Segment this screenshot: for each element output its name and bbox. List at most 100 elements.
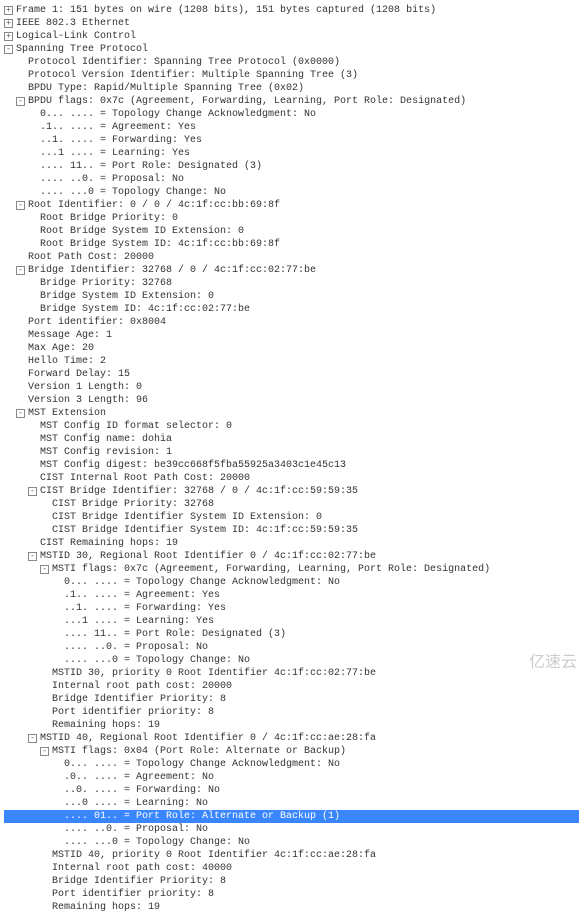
tree-row[interactable]: Port identifier: 0x8004 — [4, 316, 579, 329]
tree-row[interactable]: .... ..0. = Proposal: No — [4, 173, 579, 186]
tree-row[interactable]: MST Config ID format selector: 0 — [4, 420, 579, 433]
tree-row[interactable]: Forward Delay: 15 — [4, 368, 579, 381]
tree-row[interactable]: -CIST Bridge Identifier: 32768 / 0 / 4c:… — [4, 485, 579, 498]
tree-row[interactable]: Protocol Identifier: Spanning Tree Proto… — [4, 56, 579, 69]
tree-row[interactable]: -MST Extension — [4, 407, 579, 420]
tree-row-label: Version 1 Length: 0 — [28, 381, 142, 394]
tree-row[interactable]: .... 11.. = Port Role: Designated (3) — [4, 160, 579, 173]
tree-row[interactable]: 0... .... = Topology Change Acknowledgme… — [4, 758, 579, 771]
packet-details-tree[interactable]: +Frame 1: 151 bytes on wire (1208 bits),… — [4, 4, 579, 914]
tree-row[interactable]: ..1. .... = Forwarding: Yes — [4, 602, 579, 615]
tree-row[interactable]: 0... .... = Topology Change Acknowledgme… — [4, 108, 579, 121]
tree-row[interactable]: Internal root path cost: 40000 — [4, 862, 579, 875]
tree-row[interactable]: Remaining hops: 19 — [4, 719, 579, 732]
collapse-icon[interactable]: - — [4, 45, 13, 54]
tree-row[interactable]: Port identifier priority: 8 — [4, 706, 579, 719]
tree-row[interactable]: Root Path Cost: 20000 — [4, 251, 579, 264]
tree-row[interactable]: Remaining hops: 19 — [4, 901, 579, 914]
tree-row[interactable]: ..0. .... = Forwarding: No — [4, 784, 579, 797]
tree-row[interactable]: MST Config revision: 1 — [4, 446, 579, 459]
tree-row[interactable]: CIST Bridge Identifier System ID: 4c:1f:… — [4, 524, 579, 537]
tree-row-label: Spanning Tree Protocol — [16, 43, 148, 56]
tree-row[interactable]: .... 01.. = Port Role: Alternate or Back… — [4, 810, 579, 823]
tree-row[interactable]: +IEEE 802.3 Ethernet — [4, 17, 579, 30]
tree-row-label: CIST Bridge Identifier System ID Extensi… — [52, 511, 322, 524]
tree-row-label: .... ...0 = Topology Change: No — [64, 654, 250, 667]
tree-row[interactable]: .... ...0 = Topology Change: No — [4, 186, 579, 199]
tree-row-label: .0.. .... = Agreement: No — [64, 771, 214, 784]
tree-row-label: ...1 .... = Learning: Yes — [40, 147, 190, 160]
tree-row[interactable]: .... 11.. = Port Role: Designated (3) — [4, 628, 579, 641]
tree-row[interactable]: .1.. .... = Agreement: Yes — [4, 589, 579, 602]
expand-icon[interactable]: + — [4, 32, 13, 41]
tree-row[interactable]: -MSTID 30, Regional Root Identifier 0 / … — [4, 550, 579, 563]
tree-row[interactable]: Root Bridge System ID Extension: 0 — [4, 225, 579, 238]
tree-row[interactable]: Port identifier priority: 8 — [4, 888, 579, 901]
tree-row[interactable]: CIST Remaining hops: 19 — [4, 537, 579, 550]
tree-row[interactable]: -MSTID 40, Regional Root Identifier 0 / … — [4, 732, 579, 745]
tree-row-label: Logical-Link Control — [16, 30, 136, 43]
tree-row[interactable]: Internal root path cost: 20000 — [4, 680, 579, 693]
tree-row[interactable]: Bridge System ID Extension: 0 — [4, 290, 579, 303]
tree-row-label: Message Age: 1 — [28, 329, 112, 342]
collapse-icon[interactable]: - — [16, 97, 25, 106]
tree-row-label: .... ..0. = Proposal: No — [64, 823, 208, 836]
tree-row[interactable]: Protocol Version Identifier: Multiple Sp… — [4, 69, 579, 82]
tree-row[interactable]: .... ..0. = Proposal: No — [4, 823, 579, 836]
collapse-icon[interactable]: - — [40, 747, 49, 756]
collapse-icon[interactable]: - — [28, 734, 37, 743]
tree-row[interactable]: CIST Bridge Identifier System ID Extensi… — [4, 511, 579, 524]
tree-row[interactable]: CIST Bridge Priority: 32768 — [4, 498, 579, 511]
collapse-icon[interactable]: - — [16, 409, 25, 418]
tree-row[interactable]: .0.. .... = Agreement: No — [4, 771, 579, 784]
tree-row-label: 0... .... = Topology Change Acknowledgme… — [40, 108, 316, 121]
tree-row[interactable]: Version 3 Length: 96 — [4, 394, 579, 407]
tree-row[interactable]: .... ..0. = Proposal: No — [4, 641, 579, 654]
tree-row[interactable]: +Frame 1: 151 bytes on wire (1208 bits),… — [4, 4, 579, 17]
expand-icon[interactable]: + — [4, 6, 13, 15]
tree-row[interactable]: ...1 .... = Learning: Yes — [4, 615, 579, 628]
collapse-icon[interactable]: - — [28, 552, 37, 561]
tree-row[interactable]: Bridge Identifier Priority: 8 — [4, 693, 579, 706]
tree-row-label: MST Config digest: be39cc668f5fba55925a3… — [40, 459, 346, 472]
tree-row[interactable]: -BPDU flags: 0x7c (Agreement, Forwarding… — [4, 95, 579, 108]
tree-row[interactable]: -Root Identifier: 0 / 0 / 4c:1f:cc:bb:69… — [4, 199, 579, 212]
tree-row[interactable]: .... ...0 = Topology Change: No — [4, 836, 579, 849]
tree-row[interactable]: MST Config name: dohia — [4, 433, 579, 446]
tree-row[interactable]: Hello Time: 2 — [4, 355, 579, 368]
collapse-icon[interactable]: - — [40, 565, 49, 574]
tree-row-label: Bridge System ID: 4c:1f:cc:02:77:be — [40, 303, 250, 316]
tree-row[interactable]: .... ...0 = Topology Change: No — [4, 654, 579, 667]
collapse-icon[interactable]: - — [16, 201, 25, 210]
tree-row-label: MST Config ID format selector: 0 — [40, 420, 232, 433]
tree-row[interactable]: CIST Internal Root Path Cost: 20000 — [4, 472, 579, 485]
tree-row[interactable]: .1.. .... = Agreement: Yes — [4, 121, 579, 134]
tree-row[interactable]: MSTID 30, priority 0 Root Identifier 4c:… — [4, 667, 579, 680]
tree-row[interactable]: Bridge System ID: 4c:1f:cc:02:77:be — [4, 303, 579, 316]
tree-row[interactable]: ...1 .... = Learning: Yes — [4, 147, 579, 160]
collapse-icon[interactable]: - — [28, 487, 37, 496]
collapse-icon[interactable]: - — [16, 266, 25, 275]
tree-row[interactable]: ..1. .... = Forwarding: Yes — [4, 134, 579, 147]
tree-row[interactable]: Message Age: 1 — [4, 329, 579, 342]
tree-row[interactable]: 0... .... = Topology Change Acknowledgme… — [4, 576, 579, 589]
expand-icon[interactable]: + — [4, 19, 13, 28]
tree-row[interactable]: -Bridge Identifier: 32768 / 0 / 4c:1f:cc… — [4, 264, 579, 277]
tree-row-label: Max Age: 20 — [28, 342, 94, 355]
tree-row-label: Port identifier priority: 8 — [52, 888, 214, 901]
tree-row[interactable]: -MSTI flags: 0x04 (Port Role: Alternate … — [4, 745, 579, 758]
tree-row[interactable]: Version 1 Length: 0 — [4, 381, 579, 394]
tree-row[interactable]: Root Bridge System ID: 4c:1f:cc:bb:69:8f — [4, 238, 579, 251]
tree-row-label: MSTI flags: 0x04 (Port Role: Alternate o… — [52, 745, 346, 758]
tree-row[interactable]: MST Config digest: be39cc668f5fba55925a3… — [4, 459, 579, 472]
tree-row[interactable]: Bridge Identifier Priority: 8 — [4, 875, 579, 888]
tree-row[interactable]: -Spanning Tree Protocol — [4, 43, 579, 56]
tree-row[interactable]: Bridge Priority: 32768 — [4, 277, 579, 290]
tree-row[interactable]: -MSTI flags: 0x7c (Agreement, Forwarding… — [4, 563, 579, 576]
tree-row[interactable]: BPDU Type: Rapid/Multiple Spanning Tree … — [4, 82, 579, 95]
tree-row[interactable]: MSTID 40, priority 0 Root Identifier 4c:… — [4, 849, 579, 862]
tree-row[interactable]: Max Age: 20 — [4, 342, 579, 355]
tree-row[interactable]: ...0 .... = Learning: No — [4, 797, 579, 810]
tree-row[interactable]: +Logical-Link Control — [4, 30, 579, 43]
tree-row[interactable]: Root Bridge Priority: 0 — [4, 212, 579, 225]
